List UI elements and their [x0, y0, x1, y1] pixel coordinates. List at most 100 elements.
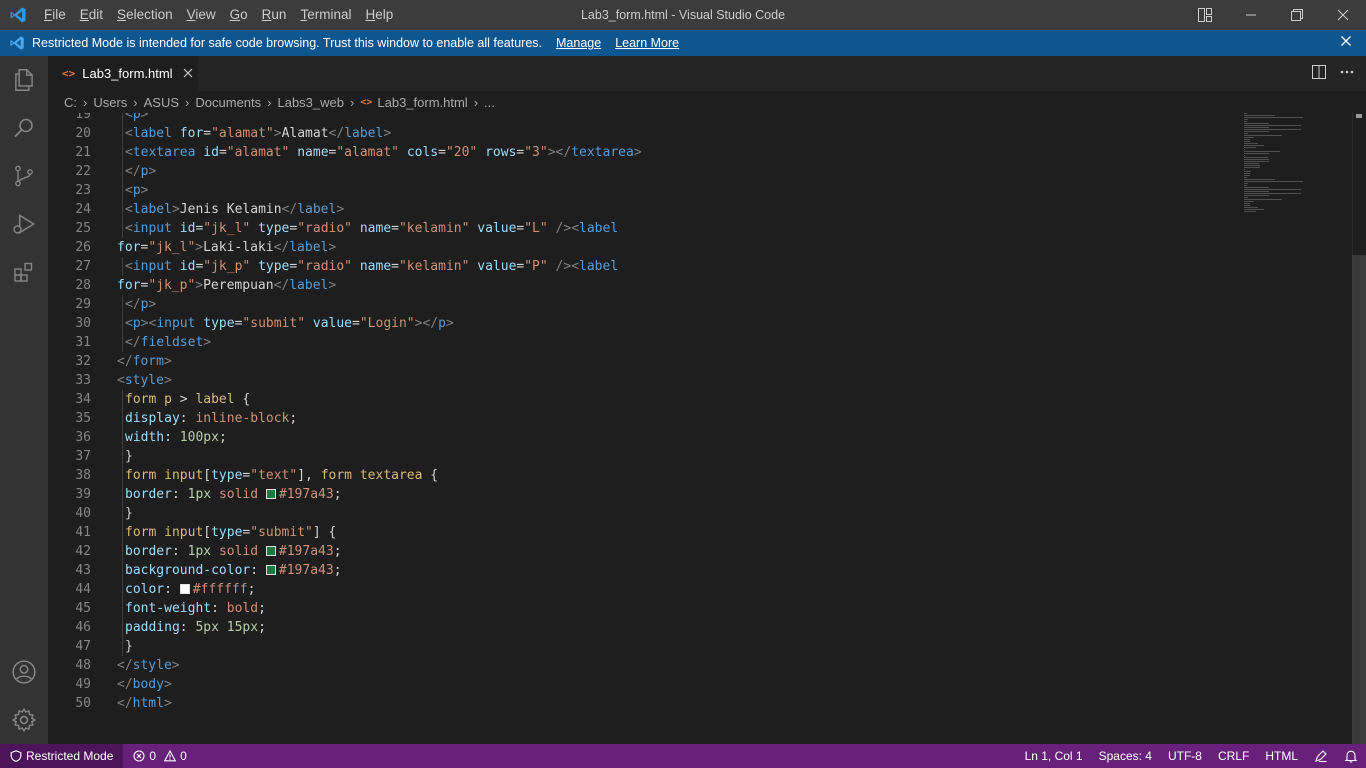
language-mode[interactable]: HTML	[1257, 744, 1306, 768]
minimize-button[interactable]	[1228, 0, 1274, 30]
minimap-line	[1244, 161, 1270, 162]
code-token: >	[203, 335, 212, 350]
menu-item[interactable]: Edit	[73, 0, 110, 30]
color-swatch[interactable]	[265, 546, 276, 556]
close-icon[interactable]	[1340, 35, 1352, 50]
code-token: {	[234, 392, 251, 407]
code-token: >	[273, 126, 282, 141]
color-swatch[interactable]	[265, 565, 276, 575]
minimap-line	[1244, 115, 1275, 116]
indentation[interactable]: Spaces: 4	[1091, 744, 1160, 768]
tab-label: Lab3_form.html	[82, 66, 173, 81]
code-token: form p	[125, 392, 180, 407]
breadcrumb-symbols[interactable]: ...	[484, 95, 495, 110]
code-token: label	[289, 278, 329, 293]
accounts-icon[interactable]	[0, 648, 48, 696]
learn-more-link[interactable]: Learn More	[615, 36, 679, 50]
code-token: #ffffff	[192, 582, 248, 597]
code-token: >	[633, 145, 642, 160]
close-window-button[interactable]	[1320, 0, 1366, 30]
color-swatch[interactable]	[265, 489, 276, 499]
split-editor-icon[interactable]	[1312, 65, 1326, 82]
chevron-right-icon: ›	[473, 94, 479, 110]
minimap-line	[1244, 203, 1251, 204]
code-token: >	[140, 113, 149, 122]
code-editor[interactable]: 19 <p> 20 <label for="alamat">Alamat</label…	[48, 113, 1366, 744]
breadcrumb-file[interactable]: Lab3_form.html	[377, 95, 467, 110]
menu-item[interactable]: Terminal	[293, 0, 358, 30]
code-token: </	[117, 696, 133, 711]
feedback-icon[interactable]	[1306, 744, 1336, 768]
minimap-line	[1244, 167, 1261, 168]
indent-guide	[122, 504, 123, 523]
end-of-line[interactable]: CRLF	[1210, 744, 1257, 768]
settings-gear-icon[interactable]	[0, 696, 48, 744]
code-token: border	[125, 487, 172, 502]
line-number: 47	[75, 639, 91, 654]
more-actions-icon[interactable]	[1340, 65, 1354, 82]
cursor-position[interactable]: Ln 1, Col 1	[1017, 744, 1091, 768]
breadcrumb-users[interactable]: Users	[93, 95, 127, 110]
code-text: <label for="alamat">Alamat</label>	[125, 124, 391, 143]
color-swatch[interactable]	[179, 584, 190, 594]
code-token: </	[117, 354, 133, 369]
breadcrumb-documents[interactable]: Documents	[195, 95, 261, 110]
code-token: </	[281, 202, 298, 217]
breadcrumb-labs3-web[interactable]: Labs3_web	[277, 95, 344, 110]
code-line: 46 padding: 5px 15px;	[48, 618, 266, 637]
extensions-icon[interactable]	[0, 248, 48, 296]
code-line: 29 </p>	[48, 295, 156, 314]
minimap[interactable]	[1244, 113, 1354, 233]
code-token: =	[218, 145, 227, 160]
problems-status[interactable]: 0 0	[133, 749, 187, 763]
menu-label: dit	[88, 7, 104, 22]
code-token: label	[195, 392, 235, 407]
tab-lab3-form[interactable]: <> Lab3_form.html	[48, 56, 198, 91]
code-token: background-color	[125, 563, 251, 578]
breadcrumb-asus[interactable]: ASUS	[144, 95, 179, 110]
menu-label: iew	[195, 7, 216, 22]
code-token: html	[132, 696, 164, 711]
notifications-bell-icon[interactable]	[1336, 744, 1366, 768]
code-line: 27 <input id="jk_p" type="radio" name="ke…	[48, 257, 618, 276]
manage-link[interactable]: Manage	[556, 36, 601, 50]
code-token: ] {	[312, 525, 337, 540]
layout-icon[interactable]	[1182, 0, 1228, 30]
close-tab-icon[interactable]	[183, 66, 193, 81]
vscode-logo-icon[interactable]	[0, 0, 35, 30]
menu-mnemonic: F	[44, 7, 53, 22]
code-line: 19 <p>	[48, 113, 148, 124]
menu-item[interactable]: Run	[255, 0, 294, 30]
run-debug-icon[interactable]	[0, 200, 48, 248]
explorer-icon[interactable]	[0, 56, 48, 104]
source-control-icon[interactable]	[0, 152, 48, 200]
code-line: 24 <label>Jenis Kelamin</label>	[48, 200, 344, 219]
menu-item[interactable]: Selection	[110, 0, 180, 30]
code-token: >	[328, 278, 337, 293]
code-line: 31 </fieldset>	[48, 333, 211, 352]
search-icon[interactable]	[0, 104, 48, 152]
encoding[interactable]: UTF-8	[1160, 744, 1210, 768]
breadcrumb-drive[interactable]: C:	[64, 95, 77, 110]
scrollbar-thumb[interactable]	[1352, 255, 1366, 744]
code-text: }	[125, 504, 133, 523]
restore-button[interactable]	[1274, 0, 1320, 30]
warning-icon	[164, 750, 177, 762]
menu-item[interactable]: View	[180, 0, 223, 30]
menu-item[interactable]: Help	[358, 0, 400, 30]
code-line: 33 <style>	[48, 371, 171, 390]
menu-item[interactable]: Go	[223, 0, 255, 30]
code-token: type	[258, 221, 290, 236]
restricted-mode-status[interactable]: Restricted Mode	[0, 744, 124, 768]
menu-item[interactable]: File	[37, 0, 73, 30]
code-token: >	[179, 392, 196, 407]
code-token: "alamat"	[211, 126, 274, 141]
code-token: solid	[218, 544, 259, 559]
code-token: "submit"	[242, 316, 306, 331]
code-text: <input id="jk_p" type="radio" name="kela…	[125, 257, 618, 276]
code-token: "L"	[524, 221, 548, 236]
indent-guide	[122, 466, 123, 485]
line-number: 32	[75, 354, 91, 369]
code-token: type	[211, 525, 243, 540]
